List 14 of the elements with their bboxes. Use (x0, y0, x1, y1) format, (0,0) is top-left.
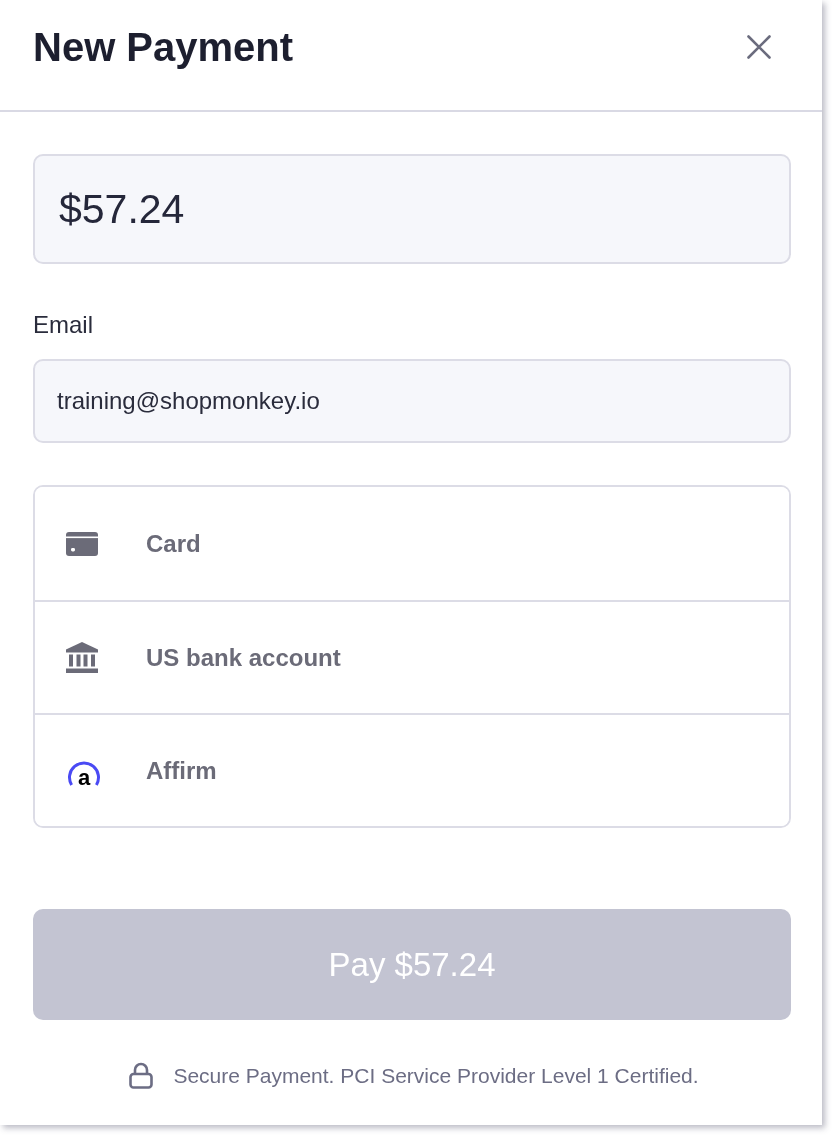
email-field[interactable]: training@shopmonkey.io (33, 359, 791, 443)
payment-method-label: Affirm (146, 756, 217, 785)
amount-field[interactable]: $57.24 (33, 154, 791, 264)
close-button[interactable] (746, 34, 772, 60)
lock-icon (129, 1062, 154, 1089)
bank-icon (66, 642, 98, 673)
dialog-title: New Payment (33, 24, 294, 71)
payment-method-label: US bank account (146, 643, 341, 672)
payment-method-label: Card (146, 529, 201, 558)
credit-card-icon (66, 531, 98, 556)
security-note: Secure Payment. PCI Service Provider Level 1 Certified. (173, 1063, 699, 1088)
close-icon (747, 35, 771, 59)
email-label: Email (33, 310, 93, 340)
payment-method-option[interactable]: a Affirm (35, 713, 789, 826)
